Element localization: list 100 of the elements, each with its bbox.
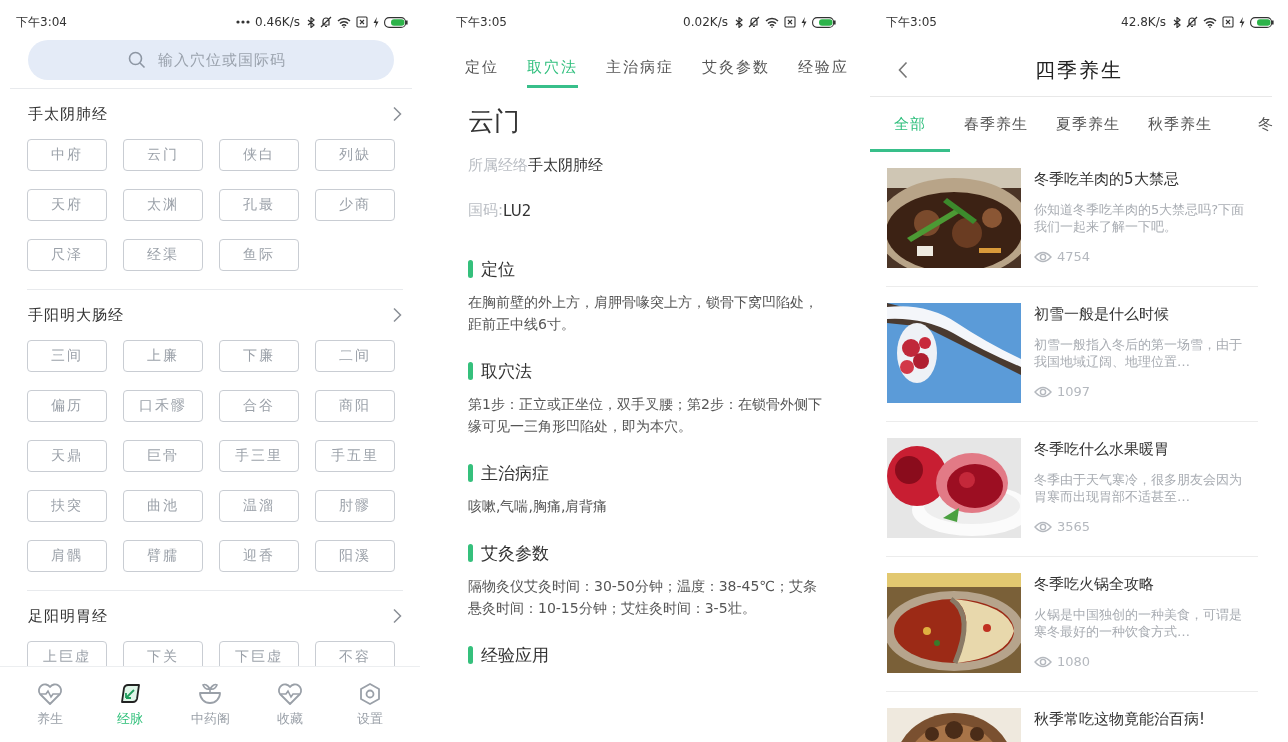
chevron-right-icon[interactable] (392, 106, 402, 122)
article-title[interactable]: 秋季常吃这物竟能治百病! (1034, 710, 1249, 729)
acupoint-chip[interactable]: 中府 (27, 139, 107, 171)
section-text: 隔物灸仪艾灸时间：30-50分钟；温度：38-45℃；艾条悬灸时间：10-15分钟；艾炷灸时间：3-5壮。 (468, 577, 819, 618)
section-marker (468, 544, 473, 562)
acupoint-chip[interactable]: 不容 (315, 641, 395, 666)
acupoint-chip[interactable]: 二间 (315, 340, 395, 372)
acupoint-chip[interactable]: 列缺 (315, 139, 395, 171)
acupoint-chip[interactable]: 经渠 (123, 239, 203, 271)
status-time: 下午3:05 (886, 13, 937, 31)
acupoint-chip[interactable]: 肘髎 (315, 490, 395, 522)
mute-icon (748, 16, 760, 28)
acupoint-chip[interactable]: 温溜 (219, 490, 299, 522)
section-text: 在胸前壁的外上方，肩胛骨喙突上方，锁骨下窝凹陷处，距前正中线6寸。 (468, 293, 819, 334)
field-label: 国码: (468, 201, 504, 220)
acupoint-chip[interactable]: 鱼际 (219, 239, 299, 271)
chevron-right-icon[interactable] (392, 608, 402, 624)
meridian-title: 手太阴肺经 (28, 104, 108, 124)
charging-icon (801, 16, 807, 28)
section-marker (468, 260, 473, 278)
status-time: 下午3:04 (16, 13, 67, 31)
eye-icon (1034, 250, 1052, 263)
nav-tab[interactable]: 中药阁 (178, 667, 242, 742)
acupoint-chip[interactable]: 侠白 (219, 139, 299, 171)
section-tab[interactable]: 取穴法 (527, 44, 578, 88)
battery-icon (1250, 16, 1274, 28)
section-marker (468, 646, 473, 664)
charging-icon (373, 16, 379, 28)
acupoint-chip[interactable]: 上廉 (123, 340, 203, 372)
meridian-title: 手阳明大肠经 (28, 305, 124, 325)
acupoint-chip[interactable]: 尺泽 (27, 239, 107, 271)
back-icon[interactable] (898, 61, 908, 79)
acupoint-chip[interactable]: 少商 (315, 189, 395, 221)
category-tab[interactable]: 冬 (1226, 97, 1288, 152)
section-text: 咳嗽,气喘,胸痛,肩背痛 (468, 497, 609, 516)
eye-icon (1034, 385, 1052, 398)
acupoint-chip[interactable]: 天鼎 (27, 440, 107, 472)
nav-tab[interactable]: 设置 (338, 667, 402, 742)
section-marker (468, 464, 473, 482)
chevron-right-icon[interactable] (392, 307, 402, 323)
acupoint-chip[interactable]: 阳溪 (315, 540, 395, 572)
article-title[interactable]: 冬季吃羊肉的5大禁忌 (1034, 170, 1249, 189)
mute-icon (1186, 16, 1198, 28)
field-label: 所属经络 (468, 156, 528, 175)
acupoint-chip[interactable]: 肩髃 (27, 540, 107, 572)
acupoint-chip[interactable]: 手三里 (219, 440, 299, 472)
acupoint-chip[interactable]: 偏历 (27, 390, 107, 422)
acupoint-chip[interactable]: 口禾髎 (123, 390, 203, 422)
nav-tab[interactable]: 养生 (18, 667, 82, 742)
acupoint-chip[interactable]: 扶突 (27, 490, 107, 522)
acupoint-chip[interactable]: 商阳 (315, 390, 395, 422)
mute-icon (320, 16, 332, 28)
category-tab[interactable]: 全部 (870, 97, 950, 152)
acupoint-chip[interactable]: 上巨虚 (27, 641, 107, 666)
acupoint-chip[interactable]: 天府 (27, 189, 107, 221)
acupoint-chip[interactable]: 手五里 (315, 440, 395, 472)
section-tab[interactable]: 主治病症 (606, 44, 674, 88)
bowl-sprout-icon (197, 681, 223, 706)
acupoint-chip[interactable]: 迎香 (219, 540, 299, 572)
view-count: 3565 (1057, 519, 1091, 534)
acupoint-chip[interactable]: 下巨虚 (219, 641, 299, 666)
section-heading: 艾灸参数 (481, 541, 549, 565)
section-heading: 主治病症 (481, 461, 549, 485)
section-heading: 定位 (481, 257, 515, 281)
more-icon (236, 20, 251, 24)
bluetooth-icon (735, 16, 743, 28)
section-tab[interactable]: 经验应 (798, 44, 849, 88)
nav-tab[interactable]: 经脉 (98, 667, 162, 742)
article-title[interactable]: 冬季吃火锅全攻略 (1034, 575, 1249, 594)
bluetooth-icon (307, 16, 315, 28)
acupoint-chip[interactable]: 臂臑 (123, 540, 203, 572)
acupoint-chip[interactable]: 合谷 (219, 390, 299, 422)
acupoint-chip[interactable]: 下关 (123, 641, 203, 666)
battery-icon (384, 16, 408, 28)
section-marker (468, 362, 473, 380)
heart-pulse-icon (277, 681, 303, 706)
view-count: 1080 (1057, 654, 1091, 669)
acupoint-chip[interactable]: 孔最 (219, 189, 299, 221)
section-tab[interactable]: 艾灸参数 (702, 44, 770, 88)
section-tab[interactable]: 定位 (465, 44, 499, 88)
network-speed: 0.02K/s (683, 15, 728, 29)
category-tab[interactable]: 夏季养生 (1042, 97, 1134, 152)
acupoint-chip[interactable]: 曲池 (123, 490, 203, 522)
acupoint-chip[interactable]: 下廉 (219, 340, 299, 372)
article-summary: 冬季由于天气寒冷，很多朋友会因为胃寒而出现胃部不适甚至… (1034, 471, 1243, 505)
nav-tab[interactable]: 收藏 (258, 667, 322, 742)
section-heading: 经验应用 (481, 643, 549, 667)
article-title[interactable]: 初雪一般是什么时候 (1034, 305, 1249, 324)
charging-icon (1239, 16, 1245, 28)
category-tab[interactable]: 秋季养生 (1134, 97, 1226, 152)
acupoint-chip[interactable]: 太渊 (123, 189, 203, 221)
category-tab[interactable]: 春季养生 (950, 97, 1042, 152)
acupoint-chip[interactable]: 三间 (27, 340, 107, 372)
acupoint-chip[interactable]: 巨骨 (123, 440, 203, 472)
article-title[interactable]: 冬季吃什么水果暖胃 (1034, 440, 1249, 459)
heart-pulse-icon (37, 681, 63, 706)
search-field[interactable]: 输入穴位或国际码 (28, 40, 394, 80)
field-value: 手太阴肺经 (528, 156, 603, 175)
wifi-icon (337, 16, 351, 28)
acupoint-chip[interactable]: 云门 (123, 139, 203, 171)
